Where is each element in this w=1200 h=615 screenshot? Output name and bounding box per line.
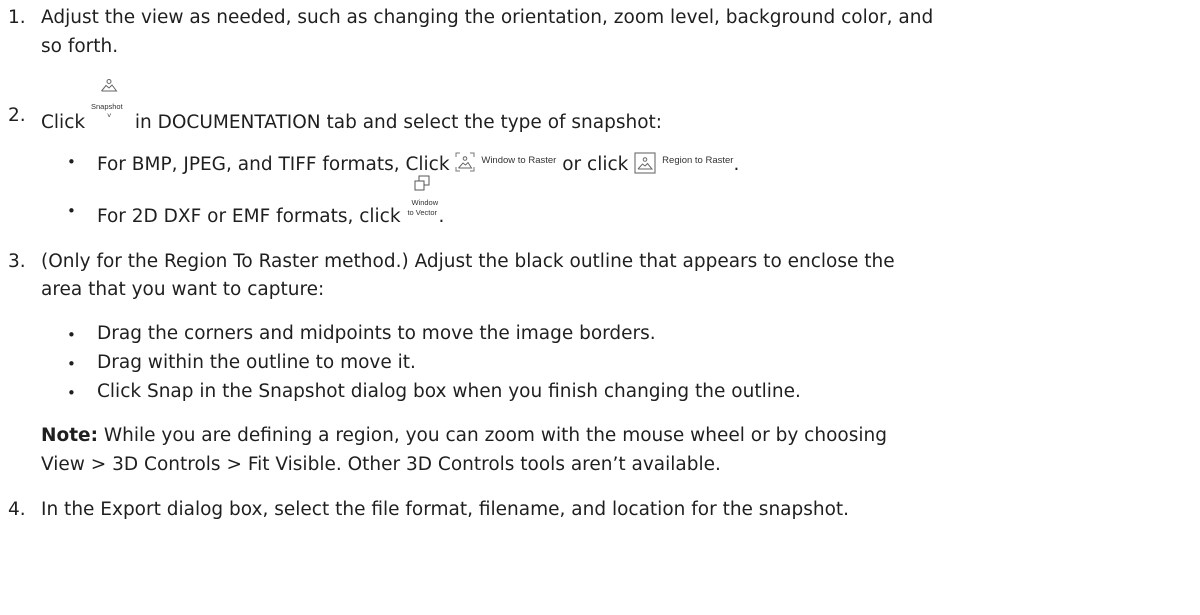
step-number: 1. bbox=[8, 7, 26, 28]
step-1-text-line2: so forth. bbox=[41, 36, 119, 57]
bullet-dxf-emf-text: For 2D DXF or EMF formats, click Window … bbox=[97, 175, 445, 229]
bullet-marker: • bbox=[67, 384, 76, 402]
step-number: 2. bbox=[8, 105, 26, 126]
step-3-text-line1: (Only for the Region To Raster method.) … bbox=[41, 251, 895, 272]
region-to-raster-button[interactable] bbox=[634, 152, 656, 174]
chevron-down-icon: ˅ bbox=[106, 111, 112, 120]
step-2-post: in DOCUMENTATION tab and select the type… bbox=[134, 112, 663, 133]
window-to-raster-label: Window to Raster bbox=[481, 155, 557, 166]
bullet-bmp-jpeg-tiff-text: For BMP, JPEG, and TIFF formats, Click W… bbox=[97, 149, 739, 177]
window-to-raster-button[interactable] bbox=[455, 152, 475, 172]
window-to-raster-icon bbox=[455, 152, 475, 172]
bullet-text-pre: For BMP, JPEG, and TIFF formats, Click bbox=[97, 154, 450, 175]
region-to-raster-icon bbox=[634, 152, 656, 174]
bullet-click-snap-text: Click Snap in the Snapshot dialog box wh… bbox=[97, 381, 801, 402]
snapshot-icon bbox=[100, 78, 118, 93]
bullet-marker: • bbox=[67, 326, 76, 344]
window-to-vector-icon bbox=[414, 175, 430, 191]
step-2-text: Click Snapshot ˅ in DOCUMENTATION tab an… bbox=[41, 79, 663, 135]
bullet-text-post: . bbox=[733, 154, 740, 175]
step-2-pre: Click bbox=[41, 112, 86, 133]
step-4-text: In the Export dialog box, select the fil… bbox=[41, 499, 850, 520]
step-3-text-line2: area that you want to capture: bbox=[41, 279, 325, 300]
step-1-text-line1: Adjust the view as needed, such as chang… bbox=[41, 7, 934, 28]
bullet-text-pre: For 2D DXF or EMF formats, click bbox=[97, 206, 401, 227]
region-to-raster-label: Region to Raster bbox=[662, 155, 734, 166]
window-to-vector-label-bottom: to Vector bbox=[407, 208, 438, 217]
step-number: 4. bbox=[8, 499, 26, 520]
bullet-drag-within-text: Drag within the outline to move it. bbox=[97, 352, 416, 373]
bullet-drag-corners-text: Drag the corners and midpoints to move t… bbox=[97, 323, 656, 344]
bullet-marker: • bbox=[67, 153, 76, 171]
note-text-line2: View > 3D Controls > Fit Visible. Other … bbox=[41, 454, 721, 475]
note-text-line1: While you are defining a region, you can… bbox=[103, 425, 887, 446]
note-line1: Note: While you are defining a region, y… bbox=[41, 424, 887, 448]
bullet-text-mid: or click bbox=[562, 154, 629, 175]
bullet-marker: • bbox=[67, 355, 76, 373]
bullet-marker: • bbox=[67, 202, 76, 220]
bullet-text-post: . bbox=[438, 206, 445, 227]
snapshot-button[interactable]: Snapshot ˅ bbox=[91, 79, 129, 128]
note-label: Note: bbox=[41, 425, 98, 446]
window-to-vector-button[interactable]: Window to Vector bbox=[406, 175, 438, 222]
step-number: 3. bbox=[8, 251, 26, 272]
